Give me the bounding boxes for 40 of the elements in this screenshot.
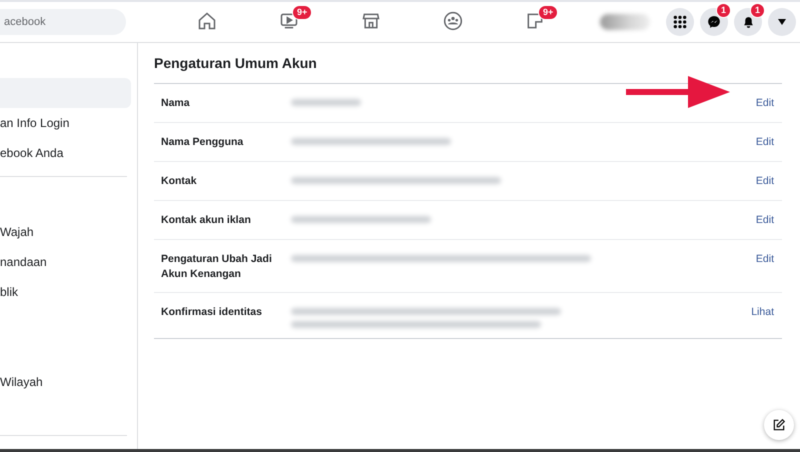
gaming-tab[interactable]: 9+ <box>494 3 576 41</box>
search-field[interactable]: acebook <box>0 9 126 35</box>
sidebar-item[interactable]: Wajah <box>0 217 121 247</box>
menu-grid-icon <box>673 15 687 29</box>
setting-label: Kontak akun iklan <box>161 213 252 228</box>
messenger-icon <box>707 15 721 29</box>
setting-label: Kontak <box>161 174 198 189</box>
section-title: Pengaturan Umum Akun <box>154 55 318 71</box>
home-icon <box>197 10 217 30</box>
edit-link[interactable]: Edit <box>756 252 774 267</box>
groups-icon <box>443 10 463 30</box>
sidebar-item[interactable]: Wilayah <box>0 367 121 397</box>
compose-button[interactable] <box>764 410 794 440</box>
sidebar-item[interactable]: an Info Login <box>0 108 121 138</box>
video-icon <box>279 10 299 30</box>
sidebar-item[interactable]: nandaan <box>0 247 121 277</box>
compose-icon <box>772 418 786 432</box>
grid-button[interactable] <box>666 8 694 36</box>
setting-label: Nama <box>161 96 191 111</box>
edit-link[interactable]: Edit <box>756 174 774 189</box>
setting-label: Konfirmasi identitas <box>161 305 263 320</box>
gaming-icon <box>525 10 545 30</box>
bell-icon <box>742 16 754 28</box>
edit-link[interactable]: Edit <box>756 96 774 111</box>
edit-link[interactable]: Edit <box>756 135 774 150</box>
setting-label: Pengaturan Ubah Jadi Akun Kenangan <box>161 252 273 282</box>
edit-link[interactable]: Lihat <box>751 305 774 320</box>
notification-badge: 9+ <box>538 5 558 20</box>
blurred-value <box>291 99 361 106</box>
video-tab[interactable]: 9+ <box>248 3 330 41</box>
notification-badge: 1 <box>716 3 732 18</box>
setting-label: Nama Pengguna <box>161 135 244 150</box>
caret-icon <box>777 18 787 26</box>
edit-link[interactable]: Edit <box>756 213 774 228</box>
notification-badge: 1 <box>750 3 766 18</box>
store-icon <box>361 10 381 30</box>
caret-button[interactable] <box>768 8 796 36</box>
sidebar-item[interactable]: ebook Anda <box>0 138 121 168</box>
sidebar-item[interactable]: blik <box>0 277 121 307</box>
notification-badge: 9+ <box>292 5 312 20</box>
